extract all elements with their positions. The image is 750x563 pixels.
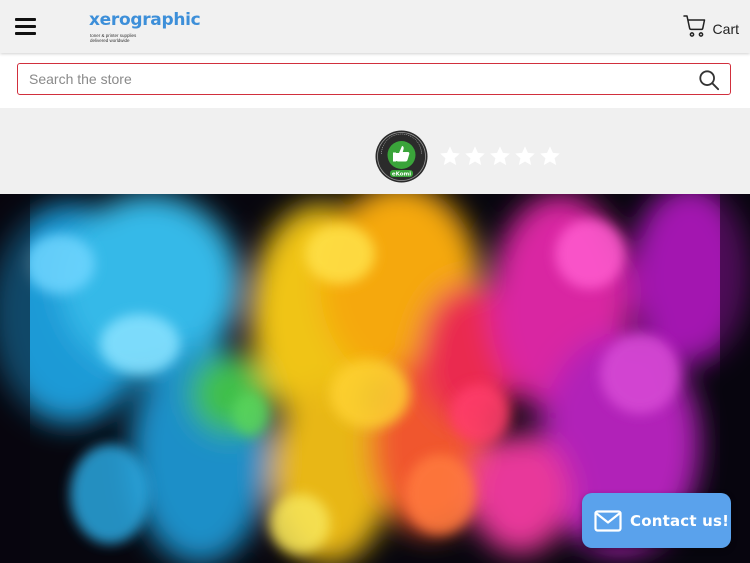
star-icon xyxy=(540,146,560,166)
search-icon[interactable] xyxy=(698,69,720,91)
hamburger-menu-icon[interactable] xyxy=(14,15,38,37)
logo-tagline: toner & printer supplies delivered world… xyxy=(90,33,137,43)
star-icon xyxy=(440,146,460,166)
ekomi-rating-band: eKomi xyxy=(0,108,750,194)
star-rating xyxy=(439,145,564,167)
contact-us-label: Contact us! xyxy=(630,511,730,530)
ekomi-badge-icon[interactable]: eKomi xyxy=(375,130,428,183)
search-input[interactable] xyxy=(18,64,710,94)
envelope-icon xyxy=(594,509,622,532)
cart-button[interactable]: Cart xyxy=(682,12,739,40)
star-icon xyxy=(465,146,485,166)
site-logo[interactable]: xerographic toner & printer supplies del… xyxy=(89,10,201,44)
contact-us-button[interactable]: Contact us! xyxy=(582,493,731,548)
cart-label: Cart xyxy=(712,21,739,37)
star-icon xyxy=(490,146,510,166)
star-icon xyxy=(515,146,535,166)
ekomi-badge-label: eKomi xyxy=(392,172,411,178)
shopping-cart-icon xyxy=(682,15,705,37)
search-bar xyxy=(17,63,731,95)
site-header: xerographic toner & printer supplies del… xyxy=(0,0,750,53)
logo-wordmark: xerographic xyxy=(89,10,201,30)
